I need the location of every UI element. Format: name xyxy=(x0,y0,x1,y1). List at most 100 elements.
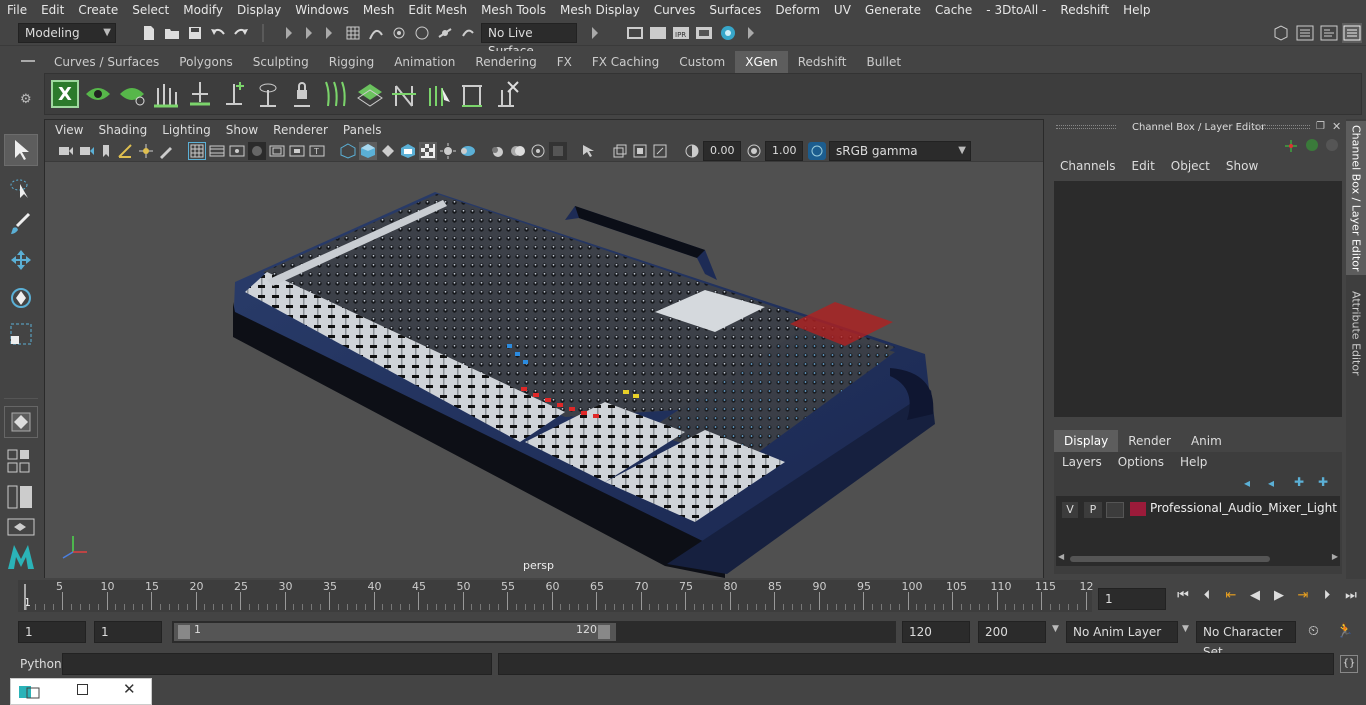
viewport-menu-shading[interactable]: Shading xyxy=(92,123,156,137)
isolate-select-icon[interactable] xyxy=(549,142,567,160)
viewport-menu-lighting[interactable]: Lighting xyxy=(156,123,220,137)
xgen-editor-icon[interactable]: X xyxy=(51,80,79,108)
playback-end-field[interactable]: 120 xyxy=(902,621,970,643)
layer-menu-layers[interactable]: Layers xyxy=(1054,455,1110,469)
xgen-preview-eye-icon[interactable] xyxy=(83,80,113,108)
gamma-icon[interactable] xyxy=(745,142,763,160)
script-editor-icon[interactable]: {} xyxy=(1340,655,1358,673)
menu-select[interactable]: Select xyxy=(125,0,176,20)
chevron-down-icon[interactable]: ▼ xyxy=(1052,624,1059,634)
select-by-component-icon[interactable] xyxy=(320,24,338,42)
xray-active-components-icon[interactable] xyxy=(631,142,649,160)
menu-surfaces[interactable]: Surfaces xyxy=(702,0,768,20)
undo-icon[interactable] xyxy=(209,24,227,42)
layout-two-panes-icon[interactable] xyxy=(4,482,38,512)
range-end-handle[interactable] xyxy=(598,625,610,639)
layer-name[interactable]: Professional_Audio_Mixer_Light xyxy=(1150,501,1337,515)
grid-toggle-icon[interactable] xyxy=(188,142,206,160)
shelf-tab-bullet[interactable]: Bullet xyxy=(856,51,912,73)
layer-visibility-toggle[interactable]: V xyxy=(1062,502,1078,518)
current-frame-field[interactable]: 1 xyxy=(1098,588,1166,610)
menu-modify[interactable]: Modify xyxy=(176,0,230,20)
go-to-start-icon[interactable]: ⏮ xyxy=(1174,588,1192,603)
anim-layer-selector[interactable]: No Anim Layer xyxy=(1066,621,1178,643)
viewport-menu-view[interactable]: View xyxy=(49,123,92,137)
menu-display[interactable]: Display xyxy=(230,0,288,20)
step-back-frame-icon[interactable]: ⇤ xyxy=(1222,588,1240,603)
scale-tool-icon[interactable] xyxy=(4,318,38,350)
command-input[interactable] xyxy=(62,653,492,675)
close-window-icon[interactable]: ✕ xyxy=(123,680,136,698)
shelf-tab-xgen[interactable]: XGen xyxy=(735,51,788,73)
color-management-icon[interactable] xyxy=(808,142,826,160)
snap-to-point-icon[interactable] xyxy=(390,24,408,42)
menu-file[interactable]: File xyxy=(0,0,34,20)
channel-menu-show[interactable]: Show xyxy=(1218,159,1266,173)
xray-icon[interactable] xyxy=(580,142,598,160)
menu-edit[interactable]: Edit xyxy=(34,0,71,20)
snap-to-grid-icon[interactable] xyxy=(344,24,362,42)
paint-select-tool-icon[interactable] xyxy=(4,208,38,240)
layer-display-type[interactable] xyxy=(1106,502,1124,518)
playback-start-field[interactable]: 1 xyxy=(94,621,162,643)
expand-arrow-icon[interactable] xyxy=(742,24,760,42)
shelf-tab-rigging[interactable]: Rigging xyxy=(318,51,385,73)
viewport-menu-panels[interactable]: Panels xyxy=(337,123,391,137)
motion-blur-icon[interactable] xyxy=(489,142,507,160)
shelf-menu-icon[interactable] xyxy=(21,60,35,62)
channel-hide-icon[interactable] xyxy=(1326,139,1338,151)
layer-tab-anim[interactable]: Anim xyxy=(1181,430,1232,452)
time-slider[interactable]: 5 10 15 20 25 30 35 40 45 50 55 60 65 70 75 80 85 90 95 100… xyxy=(0,580,1366,614)
animation-preferences-icon[interactable]: 🏃 xyxy=(1336,623,1353,639)
ipr-render-icon[interactable]: IPR xyxy=(672,24,690,42)
workspace-icon[interactable] xyxy=(1272,24,1290,42)
layer-menu-help[interactable]: Help xyxy=(1172,455,1215,469)
viewport-menu-show[interactable]: Show xyxy=(220,123,267,137)
menu-cache[interactable]: Cache xyxy=(928,0,979,20)
range-track[interactable]: 1 120 xyxy=(172,621,896,643)
toggle-attribute-editor-icon[interactable] xyxy=(1320,24,1338,42)
camera-select-icon[interactable] xyxy=(57,142,75,160)
shelf-tab-custom[interactable]: Custom xyxy=(669,51,736,73)
maximize-icon[interactable] xyxy=(77,684,88,695)
auto-key-icon[interactable]: ⏲ xyxy=(1308,623,1319,639)
field-chart-icon[interactable] xyxy=(268,142,286,160)
select-by-hierarchy-icon[interactable] xyxy=(280,24,298,42)
layer-scrollbar[interactable]: ◀ ▶ xyxy=(1058,552,1338,564)
render-settings-icon[interactable] xyxy=(695,24,713,42)
viewport-menu-renderer[interactable]: Renderer xyxy=(267,123,337,137)
new-scene-icon[interactable] xyxy=(140,24,158,42)
shadows-icon[interactable] xyxy=(439,142,457,160)
layout-presets-icon[interactable] xyxy=(4,444,38,480)
play-forwards-icon[interactable]: ▶ xyxy=(1270,588,1288,603)
safe-title-icon[interactable]: T xyxy=(308,142,326,160)
film-gate-icon[interactable] xyxy=(208,142,226,160)
channel-sync-icon[interactable] xyxy=(1306,139,1318,151)
render-frame-icon[interactable] xyxy=(649,24,667,42)
move-layer-down-icon[interactable]: ◂ xyxy=(1268,476,1274,490)
scene-view[interactable] xyxy=(45,162,1043,578)
shelf-tab-fx[interactable]: FX xyxy=(546,51,582,73)
new-layer-icon[interactable]: ✚ xyxy=(1294,475,1304,489)
toggle-tool-settings-icon[interactable] xyxy=(1342,23,1362,43)
shelf-tab-curves-surfaces[interactable]: Curves / Surfaces xyxy=(44,51,170,73)
channel-menu-channels[interactable]: Channels xyxy=(1052,159,1124,173)
shelf-settings-gear-icon[interactable]: ⚙ xyxy=(20,92,32,107)
xgen-guide-visibility-icon[interactable] xyxy=(253,80,283,108)
step-back-key-icon[interactable]: ⏴ xyxy=(1198,588,1216,603)
menu-mesh-tools[interactable]: Mesh Tools xyxy=(474,0,553,20)
xgen-move-guides-icon[interactable] xyxy=(185,80,215,108)
ambient-occlusion-icon[interactable] xyxy=(459,142,477,160)
layer-tab-render[interactable]: Render xyxy=(1118,430,1181,452)
shelf-tab-redshift[interactable]: Redshift xyxy=(787,51,857,73)
scroll-thumb[interactable] xyxy=(1070,556,1270,562)
channel-manipulator-icon[interactable] xyxy=(1284,139,1298,156)
layer-tab-display[interactable]: Display xyxy=(1054,430,1119,452)
menu-curves[interactable]: Curves xyxy=(647,0,703,20)
command-language-label[interactable]: Python xyxy=(20,657,62,671)
select-tool-icon[interactable] xyxy=(4,134,38,166)
xgen-density-map-icon[interactable] xyxy=(355,80,385,108)
menu-3dtoall[interactable]: - 3DtoAll - xyxy=(979,0,1053,20)
xgen-guides-to-curves-icon[interactable] xyxy=(321,80,351,108)
animation-end-field[interactable]: 200 xyxy=(978,621,1046,643)
